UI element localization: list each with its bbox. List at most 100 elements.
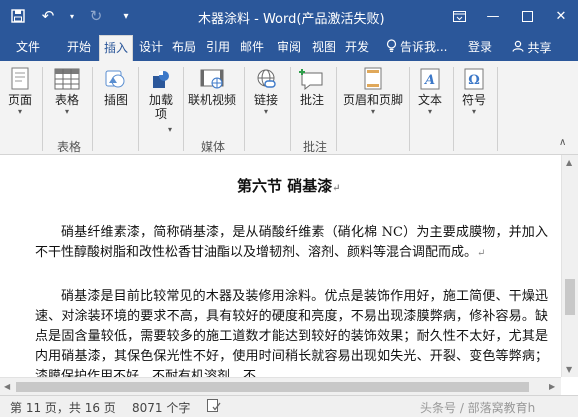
group-label-media: 媒体 [201,140,226,154]
group-separator [92,67,93,151]
link-button[interactable]: 链接 ▾ [251,65,281,117]
scroll-down-icon[interactable]: ▼ [566,365,572,374]
tab-design[interactable]: 设计 [139,38,163,55]
pages-button[interactable]: 页面 ▾ [5,65,35,117]
proofing-icon[interactable] [207,399,221,415]
chevron-down-icon: ▾ [471,107,476,116]
paragraph-mark: ↵ [477,248,486,259]
save-icon[interactable] [8,6,28,26]
group-label-tables: 表格 [57,140,82,154]
header-footer-button[interactable]: 页眉和页脚 ▾ [343,65,403,117]
undo-dropdown-icon[interactable]: ▾ [68,6,76,26]
scroll-left-icon[interactable]: ◀ [4,382,10,391]
online-video-button[interactable]: 联机视频 [188,65,236,107]
addins-button[interactable]: 加载项 ▾ [146,65,176,134]
paragraph-1: 硝基纤维素漆，简称硝基漆，是从硝酸纤维素（硝化棉 NC）为主要成膜物，并加入不干… [35,223,548,264]
table-button[interactable]: 表格 ▾ [52,65,82,117]
illustrations-icon [101,65,131,93]
share-button[interactable]: 共享 [503,36,561,58]
word-count[interactable]: 8071 个字 [132,399,190,416]
chevron-down-icon: ▾ [371,107,376,116]
page-count[interactable]: 第 11 页，共 16 页 [10,399,116,416]
tab-developer[interactable]: 开发 [345,38,369,55]
tab-view[interactable]: 视图 [312,38,336,55]
chevron-down-icon: ▾ [427,107,432,116]
title-bar: ↶ ▾ ↻ ▾ 木器涂料 - Word(产品激活失败) — ✕ [0,0,578,33]
group-separator [183,67,184,151]
minimize-icon[interactable]: — [476,0,510,33]
pages-label: 页面 [7,93,32,107]
paragraph-mark: ↵ [332,183,341,194]
chevron-down-icon: ▾ [17,107,22,116]
svg-text:Ω: Ω [468,73,480,88]
scroll-right-icon[interactable]: ▶ [549,382,555,391]
tab-insert[interactable]: 插入 [99,35,134,61]
sign-in-link[interactable]: 登录 [468,38,492,55]
paragraph-text: 硝基纤维素漆，简称硝基漆，是从硝酸纤维素（硝化棉 NC）为主要成膜物，并加入不干… [35,225,548,260]
tell-me-box[interactable]: 告诉我... [386,38,447,55]
tab-file[interactable]: 文件 [16,38,40,55]
watermark: 头条号 / 部落窝教育h [420,401,536,415]
document-area[interactable]: 第六节 硝基漆↵ 硝基纤维素漆，简称硝基漆，是从硝酸纤维素（硝化棉 NC）为主要… [0,155,578,395]
window-controls: — ✕ [442,0,578,33]
lightbulb-icon [386,38,397,55]
scroll-up-icon[interactable]: ▲ [566,158,572,167]
paragraph-2: 硝基漆是目前比较常见的木器及装修用涂料。优点是装饰作用好，施工简便、干燥迅速、对… [35,287,548,377]
table-icon [52,65,82,93]
group-separator [497,67,498,151]
tab-mailings[interactable]: 邮件 [240,38,264,55]
comment-button[interactable]: 批注 [297,65,327,107]
symbol-button[interactable]: Ω 符号 ▾ [459,65,489,117]
chevron-down-icon: ▾ [64,107,69,116]
ribbon-display-options-icon[interactable] [442,0,476,33]
vertical-scrollbar[interactable]: ▲ ▼ [561,155,578,377]
tab-home[interactable]: 开始 [67,38,91,55]
heading-text: 第六节 硝基漆 [237,177,333,195]
tell-me-label: 告诉我... [400,40,448,54]
horizontal-scroll-thumb[interactable] [16,382,529,392]
link-icon [251,65,281,93]
text-icon: A [415,65,445,93]
tab-references[interactable]: 引用 [206,38,230,55]
chevron-down-icon: ▾ [168,125,173,134]
vertical-scroll-thumb[interactable] [565,279,575,315]
symbol-label: 符号 [461,93,486,107]
link-label: 链接 [253,93,278,107]
redo-icon[interactable]: ↻ [86,6,106,26]
symbol-icon: Ω [459,65,489,93]
table-label: 表格 [54,93,79,107]
ribbon-tabs: 文件 开始 插入 设计 布局 引用 邮件 审阅 视图 开发 告诉我... 登录 … [0,33,578,61]
document-page[interactable]: 第六节 硝基漆↵ 硝基纤维素漆，简称硝基漆，是从硝酸纤维素（硝化棉 NC）为主要… [0,155,560,377]
header-footer-icon [358,65,388,93]
share-label: 共享 [527,40,552,55]
group-separator [138,67,139,151]
online-video-label: 联机视频 [188,93,237,107]
maximize-icon[interactable] [510,0,544,33]
tab-layout[interactable]: 布局 [172,38,196,55]
paragraph-text: 硝基漆是目前比较常见的木器及装修用涂料。优点是装饰作用好，施工简便、干燥迅速、对… [35,289,548,377]
comment-label: 批注 [299,93,324,107]
addins-label: 加载项 [148,93,173,121]
tab-review[interactable]: 审阅 [277,38,301,55]
group-separator [42,67,43,151]
ribbon: 页面 ▾ 表格 ▾ 表格 插图 加载项 ▾ 联机视频 媒体 链接 ▾ 批注 批注… [0,61,578,155]
collapse-ribbon-icon[interactable]: ∧ [559,137,566,148]
user-icon [512,40,525,55]
illustrations-button[interactable]: 插图 [101,65,131,107]
group-separator [290,67,291,151]
header-footer-label: 页眉和页脚 [343,93,404,107]
pages-icon [5,65,35,93]
group-separator [453,67,454,151]
close-icon[interactable]: ✕ [544,0,578,33]
horizontal-scrollbar[interactable]: ◀ ▶ [0,377,561,395]
text-label: 文本 [417,93,442,107]
customize-qat-icon[interactable]: ▾ [116,6,136,26]
text-button[interactable]: A 文本 ▾ [415,65,445,117]
quick-access-toolbar: ↶ ▾ ↻ ▾ [8,6,136,26]
online-video-icon [197,65,227,93]
chevron-down-icon: ▾ [263,107,268,116]
group-separator [409,67,410,151]
group-separator [244,67,245,151]
comment-icon [297,65,327,93]
undo-icon[interactable]: ↶ [38,6,58,26]
